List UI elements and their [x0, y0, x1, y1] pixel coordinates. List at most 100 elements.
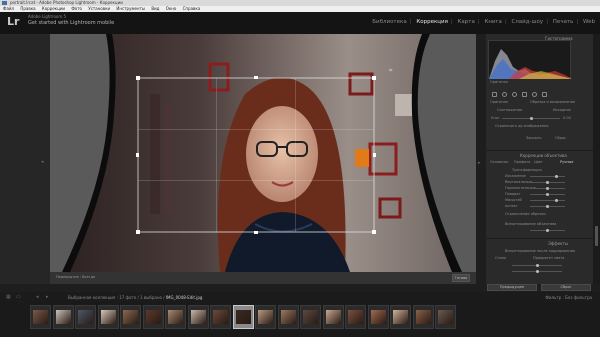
thumbnail-image — [190, 310, 206, 324]
overlay-setting[interactable]: Перекрытие : Всегда — [56, 275, 95, 279]
vertical-knob[interactable] — [546, 181, 549, 184]
overlay-value[interactable]: Всегда — [82, 275, 95, 279]
filmstrip-thumbnail[interactable] — [322, 305, 344, 329]
filmstrip-thumbnail[interactable] — [75, 305, 96, 329]
crop-panel-header: Оригинал — [490, 100, 508, 104]
current-filename[interactable]: IMG_0048-Edit.jpg — [166, 295, 203, 300]
filmstrip-thumbnail[interactable] — [165, 305, 186, 329]
filmstrip-thumbnail[interactable] — [345, 305, 366, 329]
filmstrip-thumbnail[interactable] — [97, 305, 119, 329]
image-toolbar: Перекрытие : Всегда Готово — [50, 272, 476, 284]
grid-view-icon[interactable]: ▦ — [6, 294, 11, 300]
filmstrip-thumbnail[interactable] — [120, 305, 141, 329]
effect-knob-1[interactable] — [536, 264, 539, 267]
filmstrip-thumbnail[interactable] — [367, 305, 389, 329]
overlay-label: Перекрытие : — [56, 275, 82, 279]
filter-value[interactable]: Без фильтра — [565, 295, 592, 300]
identity-plate-main[interactable]: Get started with Lightroom mobile — [28, 20, 114, 26]
expand-right-icon[interactable]: ▸ — [478, 160, 481, 166]
constrain-crop-checkbox[interactable]: Ограничение обрезки — [505, 212, 546, 216]
reset-button[interactable]: Сброс — [541, 284, 591, 291]
adjustment-brush-icon[interactable] — [542, 92, 547, 97]
filmstrip-thumbnail[interactable] — [187, 305, 209, 329]
previous-button[interactable]: Предыдущее — [487, 284, 537, 291]
menu-edit[interactable]: Правка — [20, 6, 35, 11]
filmstrip-thumbnail[interactable] — [277, 305, 299, 329]
lens-tab-color[interactable]: Цвет — [534, 160, 543, 164]
angle-value[interactable]: 0.00 — [563, 116, 571, 120]
red-eye-icon[interactable] — [512, 92, 517, 97]
crop-tool-icon[interactable] — [492, 92, 497, 97]
module-slideshow[interactable]: Слайд-шоу — [511, 19, 543, 25]
graduated-filter-icon[interactable] — [522, 92, 527, 97]
module-map[interactable]: Карта — [458, 19, 475, 25]
thumbnail-image — [78, 310, 93, 324]
back-arrow-icon[interactable]: ◂ — [36, 294, 39, 300]
slider-label-scale: Масштаб — [505, 198, 522, 202]
module-web[interactable]: Web — [583, 19, 595, 25]
done-button[interactable]: Готово — [452, 274, 470, 282]
scale-knob[interactable] — [555, 199, 558, 202]
angle-knob[interactable] — [530, 117, 533, 120]
menu-develop[interactable]: Коррекции — [42, 6, 65, 11]
filmstrip-thumbnail[interactable] — [232, 305, 254, 329]
aspect-select[interactable]: Исходное — [553, 108, 571, 112]
scale-slider[interactable] — [530, 200, 565, 201]
distortion-knob[interactable] — [555, 175, 558, 178]
menu-file[interactable]: Файл — [3, 6, 14, 11]
constrain-checkbox[interactable]: Ограничить до изображения — [495, 124, 549, 128]
spot-removal-icon[interactable] — [502, 92, 507, 97]
filmstrip-info: Выбранная коллекция : 17 фото / 1 выбран… — [68, 295, 202, 300]
right-panel-scrollbar[interactable] — [593, 34, 600, 284]
module-develop[interactable]: Коррекция — [416, 19, 448, 25]
filmstrip[interactable] — [0, 302, 600, 337]
lens-corrections-header[interactable]: Коррекции объектива — [520, 153, 567, 158]
vignette-knob[interactable] — [546, 229, 549, 232]
filmstrip-thumbnail[interactable] — [300, 305, 321, 329]
lens-tab-manual[interactable]: Ручные — [560, 160, 573, 164]
module-library[interactable]: Библиотека — [372, 19, 406, 25]
module-book[interactable]: Книга — [484, 19, 501, 25]
thumbnail-image — [325, 310, 341, 324]
scrollbar-thumb[interactable] — [595, 226, 598, 246]
forward-arrow-icon[interactable]: ▸ — [46, 294, 49, 300]
rotate-knob[interactable] — [546, 193, 549, 196]
slider-label-vertical: Вертикальные — [505, 180, 532, 184]
style-label: Стиль — [495, 256, 507, 260]
crop-reset-button[interactable]: Сброс — [555, 136, 566, 140]
histogram — [488, 40, 572, 79]
menu-tools[interactable]: Инструменты — [116, 6, 145, 11]
aspect-knob[interactable] — [546, 205, 549, 208]
filmstrip-thumbnail[interactable] — [435, 305, 456, 329]
image-stage[interactable]: ⌗ — [50, 34, 476, 272]
style-select[interactable]: Приоритет света — [533, 256, 564, 260]
effects-header[interactable]: Эффекты — [548, 241, 568, 246]
menu-view[interactable]: Вид — [151, 6, 159, 11]
original-photo-label: Оригинал — [490, 80, 509, 84]
effect-knob-2[interactable] — [536, 270, 539, 273]
thumbnail-image — [280, 310, 296, 324]
menu-photo[interactable]: Фото — [71, 6, 82, 11]
module-print[interactable]: Печать — [553, 19, 574, 25]
filmstrip-thumbnail[interactable] — [52, 305, 74, 329]
expand-left-icon[interactable]: ◂ — [41, 159, 44, 165]
filmstrip-thumbnail[interactable] — [390, 305, 411, 329]
collection-info: Выбранная коллекция : 17 фото / 1 выбран… — [68, 295, 165, 300]
menu-help[interactable]: Справка — [183, 6, 201, 11]
horizontal-knob[interactable] — [546, 187, 549, 190]
filmstrip-thumbnail[interactable] — [142, 305, 164, 329]
distortion-slider[interactable] — [530, 176, 565, 177]
lens-tab-basic[interactable]: Основные — [490, 160, 508, 164]
menu-window[interactable]: Окно — [166, 6, 177, 11]
filmstrip-thumbnail[interactable] — [30, 305, 51, 329]
filmstrip-thumbnail[interactable] — [255, 305, 276, 329]
filmstrip-thumbnail[interactable] — [412, 305, 434, 329]
filter-control[interactable]: Фильтр : Без фильтра — [545, 295, 592, 300]
filmstrip-thumbnail[interactable] — [210, 305, 231, 329]
crop-close-button[interactable]: Закрыть — [526, 136, 542, 140]
second-window-icon[interactable]: ▭ — [16, 294, 21, 300]
radial-filter-icon[interactable] — [532, 92, 537, 97]
left-panel-edge[interactable]: ◂ — [38, 34, 50, 284]
menu-settings[interactable]: Установки — [88, 6, 110, 11]
lens-tab-profile[interactable]: Профиль — [514, 160, 531, 164]
